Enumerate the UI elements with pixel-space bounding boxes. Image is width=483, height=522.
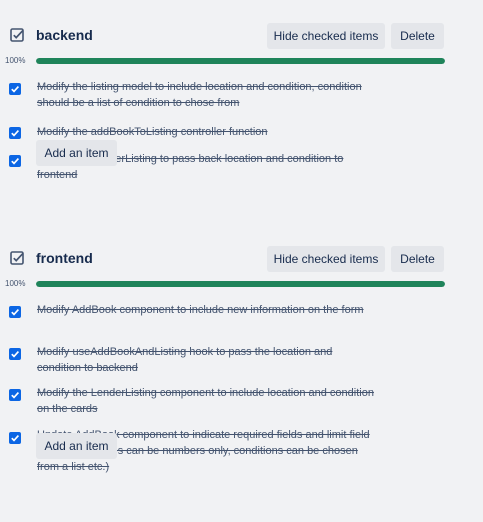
add-item-button[interactable]: Add an item (36, 140, 117, 166)
hide-checked-items-button[interactable]: Hide checked items (267, 246, 385, 272)
progress-fill (36, 281, 445, 287)
item-checkbox[interactable] (9, 83, 21, 95)
check-icon (11, 130, 20, 137)
check-icon (11, 86, 20, 93)
progress-row: 100% (0, 279, 483, 293)
check-icon (11, 435, 20, 442)
item-checkbox[interactable] (9, 432, 21, 444)
item-text[interactable]: Modify the addBookToListing controller f… (37, 124, 377, 140)
checklist-backend: backend Hide checked items Delete 100% M… (0, 23, 483, 181)
add-item-button[interactable]: Add an item (36, 433, 117, 459)
check-icon (11, 158, 20, 165)
item-checkbox[interactable] (9, 127, 21, 139)
checklist-frontend: frontend Hide checked items Delete 100% … (0, 246, 483, 473)
item-text[interactable]: Modify AddBook component to include new … (37, 302, 377, 318)
progress-row: 100% (0, 56, 483, 70)
progress-bar (36, 58, 445, 64)
delete-checklist-button[interactable]: Delete (391, 246, 444, 272)
check-icon (11, 392, 20, 399)
check-icon (11, 309, 20, 316)
item-checkbox[interactable] (9, 155, 21, 167)
progress-percent: 100% (5, 56, 26, 65)
progress-percent: 100% (5, 279, 26, 288)
item-text[interactable]: Modify the listing model to include loca… (37, 79, 377, 111)
checklist-title[interactable]: backend (36, 26, 93, 44)
progress-fill (36, 58, 445, 64)
checklist-icon (10, 28, 24, 42)
checklist-header: backend Hide checked items Delete (0, 23, 483, 49)
checklist-header: frontend Hide checked items Delete (0, 246, 483, 272)
item-checkbox[interactable] (9, 306, 21, 318)
checklist-title[interactable]: frontend (36, 249, 93, 267)
delete-checklist-button[interactable]: Delete (391, 23, 444, 49)
item-checkbox[interactable] (9, 348, 21, 360)
item-text[interactable]: Modify the LenderListing component to in… (37, 385, 377, 417)
progress-bar (36, 281, 445, 287)
item-checkbox[interactable] (9, 389, 21, 401)
check-icon (11, 351, 20, 358)
checklist-icon (10, 251, 24, 265)
item-text[interactable]: Modify useAddBookAndListing hook to pass… (37, 344, 377, 376)
hide-checked-items-button[interactable]: Hide checked items (267, 23, 385, 49)
